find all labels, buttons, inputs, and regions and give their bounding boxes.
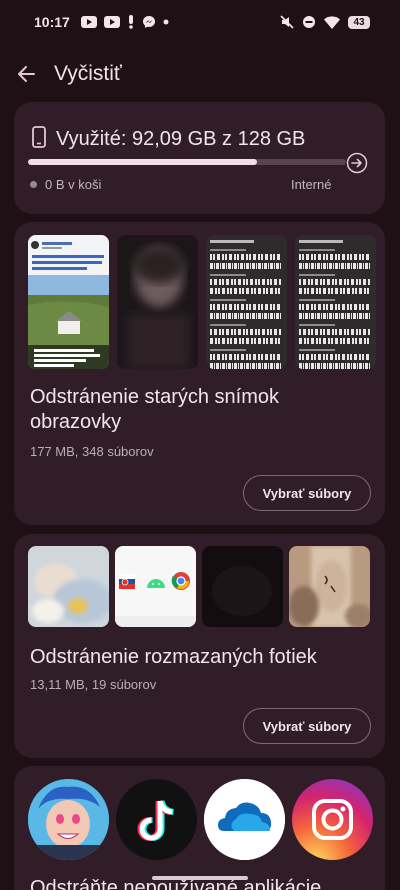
photo-thumbnail[interactable]	[202, 546, 283, 627]
battery-icon: 43	[348, 15, 370, 29]
back-button[interactable]	[14, 62, 38, 86]
storage-progress-fill	[28, 159, 257, 165]
trash-info: 0 B v koši	[30, 177, 101, 192]
messenger-icon	[142, 15, 156, 29]
photo-thumbnail[interactable]	[28, 546, 109, 627]
storage-card[interactable]: Využité: 92,09 GB z 128 GB 0 B v koši In…	[14, 102, 385, 214]
arrow-back-icon	[18, 66, 35, 82]
photo-thumbnail[interactable]	[115, 546, 196, 627]
old-screenshots-card: Odstránenie starých snímok obrazovky 177…	[14, 222, 385, 525]
youtube-icon	[103, 16, 120, 28]
status-bar: 10:17 43	[0, 0, 400, 44]
select-screenshots-button[interactable]: Vybrať súbory	[243, 475, 371, 511]
old-screenshots-title: Odstránenie starých snímok obrazovky	[30, 386, 279, 433]
alert-icon	[127, 15, 135, 29]
dot-icon	[163, 19, 169, 25]
onedrive-icon[interactable]	[204, 779, 285, 860]
mute-icon	[280, 15, 294, 29]
unused-apps-card: Odstráňte nepoužívané aplikácie	[14, 766, 385, 890]
blurry-photos-title: Odstránenie rozmazaných fotiek	[30, 646, 317, 668]
arrow-forward-circle-icon	[346, 152, 368, 174]
phone-icon	[32, 126, 46, 153]
game-avatar-icon[interactable]	[28, 779, 109, 860]
screenshot-thumbnail[interactable]	[117, 235, 198, 369]
storage-location-label: Interné	[291, 177, 332, 192]
home-indicator[interactable]	[152, 876, 248, 880]
screenshot-thumbnail[interactable]	[28, 235, 109, 369]
youtube-icon	[80, 16, 97, 28]
top-app-bar: Vyčistiť	[0, 48, 400, 100]
dnd-icon	[302, 15, 316, 29]
page-title: Vyčistiť	[54, 62, 122, 85]
status-time: 10:17	[34, 14, 70, 30]
storage-progress-bar	[28, 159, 346, 165]
photo-thumbnail[interactable]	[289, 546, 370, 627]
wifi-icon	[324, 15, 340, 29]
old-screenshots-subtitle: 177 MB, 348 súborov	[30, 444, 154, 459]
blurry-photos-subtitle: 13,11 MB, 19 súborov	[30, 677, 157, 692]
trash-label: 0 B v koši	[45, 177, 102, 192]
blurry-photos-card: Odstránenie rozmazaných fotiek 13,11 MB,…	[14, 534, 385, 758]
trash-dot-icon	[30, 181, 37, 188]
screenshot-thumbnail[interactable]	[206, 235, 287, 369]
storage-used-label: Využité: 92,09 GB z 128 GB	[56, 128, 306, 150]
storage-details-button[interactable]	[346, 152, 368, 174]
screenshot-thumbnail[interactable]	[295, 235, 376, 369]
select-blurry-button[interactable]: Vybrať súbory	[243, 708, 371, 744]
tiktok-icon[interactable]	[116, 779, 197, 860]
instagram-icon[interactable]	[292, 779, 373, 860]
